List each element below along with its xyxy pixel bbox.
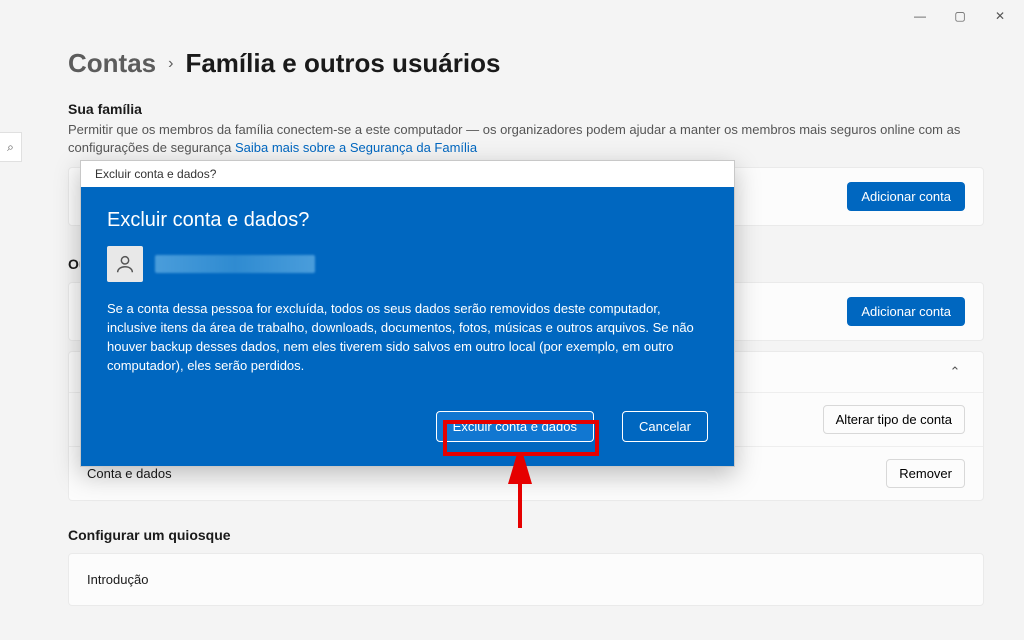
change-account-type-button[interactable]: Alterar tipo de conta (823, 405, 965, 434)
window-minimize[interactable]: — (900, 4, 940, 28)
kiosk-intro-label: Introdução (87, 572, 148, 587)
dialog-titlebar: Excluir conta e dados? (81, 161, 734, 187)
add-family-account-button[interactable]: Adicionar conta (847, 182, 965, 211)
breadcrumb-parent[interactable]: Contas (68, 48, 156, 79)
kiosk-intro-card[interactable]: Introdução (68, 553, 984, 606)
dialog-actions: Excluir conta e dados Cancelar (107, 411, 708, 442)
section-family-desc: Permitir que os membros da família conec… (68, 121, 984, 157)
add-other-account-button[interactable]: Adicionar conta (847, 297, 965, 326)
section-kiosk-heading: Configurar um quiosque (68, 527, 984, 543)
breadcrumb: Contas › Família e outros usuários (68, 48, 984, 79)
cancel-button[interactable]: Cancelar (622, 411, 708, 442)
window-close[interactable]: ✕ (980, 4, 1020, 28)
window-controls: — ▢ ✕ (900, 4, 1020, 28)
chevron-up-icon: ⌃ (945, 364, 965, 380)
chevron-right-icon: › (168, 55, 173, 73)
confirm-delete-button[interactable]: Excluir conta e dados (436, 411, 594, 442)
window-maximize[interactable]: ▢ (940, 4, 980, 28)
breadcrumb-current: Família e outros usuários (185, 48, 500, 79)
dialog-body: Excluir conta e dados? Se a conta dessa … (81, 187, 734, 466)
remove-account-button[interactable]: Remover (886, 459, 965, 488)
search-icon[interactable]: ⌕ (0, 132, 22, 162)
dialog-heading: Excluir conta e dados? (107, 209, 708, 232)
account-data-label: Conta e dados (87, 466, 172, 481)
family-safety-link[interactable]: Saiba mais sobre a Segurança da Família (235, 140, 477, 155)
section-family-heading: Sua família (68, 101, 984, 117)
dialog-warning-text: Se a conta dessa pessoa for excluída, to… (107, 300, 708, 375)
account-name-redacted (155, 255, 315, 273)
dialog-account-row (107, 246, 708, 282)
delete-account-dialog: Excluir conta e dados? Excluir conta e d… (80, 160, 735, 467)
person-icon (107, 246, 143, 282)
family-desc-text: Permitir que os membros da família conec… (68, 122, 960, 155)
